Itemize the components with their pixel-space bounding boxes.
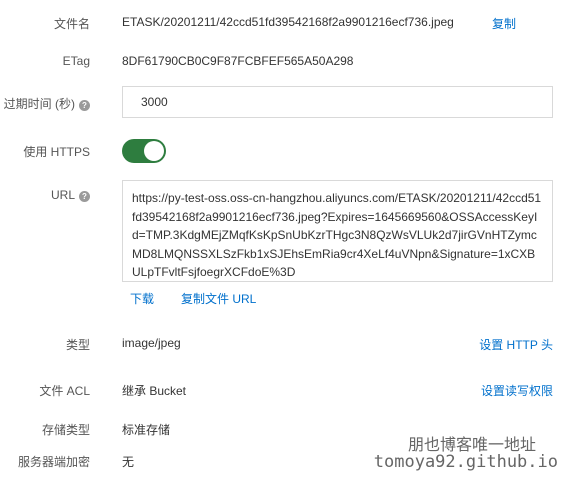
watermark-url: tomoya92.github.io: [373, 452, 558, 472]
copy-filename-link[interactable]: 复制: [492, 15, 516, 32]
url-label: URL?: [51, 188, 90, 202]
storage-value: 标准存储: [122, 423, 171, 437]
https-toggle[interactable]: [122, 139, 166, 163]
encryption-label: 服务器端加密: [17, 455, 90, 469]
acl-label: 文件 ACL: [39, 384, 90, 398]
type-value: image/jpeg: [122, 336, 181, 350]
storage-label: 存储类型: [41, 423, 90, 437]
question-circle-icon[interactable]: ?: [79, 191, 90, 202]
filename-value: ETASK/20201211/42ccd51fd39542168f2a99012…: [122, 15, 454, 29]
question-circle-icon[interactable]: ?: [79, 100, 90, 111]
etag-value: 8DF61790CB0C9F87FCBFEF565A50A298: [122, 54, 354, 68]
expire-label-text: 过期时间 (秒): [3, 97, 75, 111]
set-acl-link[interactable]: 设置读写权限: [481, 382, 553, 399]
copy-url-link[interactable]: 复制文件 URL: [181, 290, 256, 307]
url-textarea[interactable]: https://py-test-oss.oss-cn-hangzhou.aliy…: [122, 180, 553, 282]
acl-value: 继承 Bucket: [122, 384, 187, 398]
expire-seconds-input[interactable]: [122, 86, 553, 118]
etag-label: ETag: [62, 54, 90, 68]
filename-label: 文件名: [53, 17, 90, 31]
toggle-knob: [144, 141, 164, 161]
type-label: 类型: [65, 338, 90, 352]
encryption-value: 无: [122, 455, 135, 469]
url-label-text: URL: [50, 188, 75, 202]
download-link[interactable]: 下载: [130, 290, 154, 307]
set-http-header-link[interactable]: 设置 HTTP 头: [479, 336, 553, 353]
https-label: 使用 HTTPS: [23, 145, 90, 159]
expire-label: 过期时间 (秒)?: [4, 95, 90, 112]
